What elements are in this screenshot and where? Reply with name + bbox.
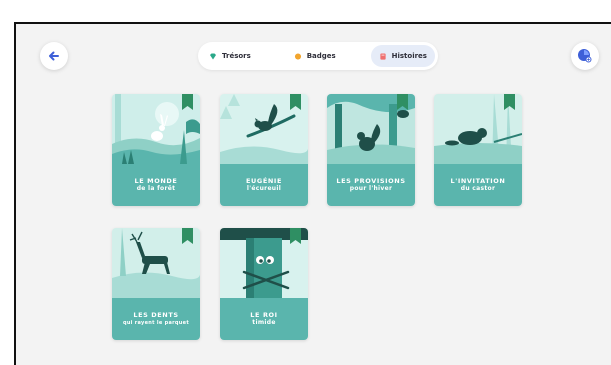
avatar-icon [578, 49, 592, 63]
bookmark-icon [290, 228, 301, 244]
tab-badges[interactable]: Badges [286, 45, 344, 67]
story-card-linvitation[interactable]: L'INVITATION du castor [434, 94, 522, 206]
story-card-label: L'INVITATION du castor [434, 164, 522, 206]
bookmark-icon [504, 94, 515, 110]
story-card-les-dents[interactable]: LES DENTS qui rayent le parquet [112, 228, 200, 340]
coin-icon [294, 52, 301, 60]
story-subtitle: l'écureuil [246, 185, 282, 193]
tab-tresors-label: Trésors [222, 52, 251, 60]
story-card-label: LES PROVISIONS pour l'hiver [327, 164, 415, 206]
bookmark-icon [182, 228, 193, 244]
bookmark-icon [397, 94, 408, 110]
story-title: LES PROVISIONS [336, 176, 406, 185]
story-card-les-provisions[interactable]: LES PROVISIONS pour l'hiver [327, 94, 415, 206]
gem-icon [210, 53, 216, 59]
story-card-le-roi[interactable]: LE ROI timide [220, 228, 308, 340]
story-card-label: EUGÉNIE l'écureuil [220, 164, 308, 206]
tab-badges-label: Badges [306, 52, 336, 60]
story-subtitle: de la forêt [136, 185, 176, 193]
story-card-label: LES DENTS qui rayent le parquet [112, 298, 200, 340]
profile-button[interactable] [571, 42, 599, 70]
story-subtitle: qui rayent le parquet [122, 320, 190, 326]
tab-histoires-label: Histoires [391, 52, 427, 60]
story-title: EUGÉNIE [246, 176, 282, 185]
story-title: LES DENTS [133, 311, 179, 320]
story-card-eugenie[interactable]: EUGÉNIE l'écureuil [220, 94, 308, 206]
tab-histoires[interactable]: Histoires [370, 45, 435, 67]
arrow-left-icon [49, 51, 59, 61]
story-title: LE ROI [250, 310, 278, 319]
story-title: LE MONDE [134, 176, 178, 185]
story-card-label: LE MONDE de la forêt [112, 164, 200, 206]
tab-tresors[interactable]: Trésors [201, 45, 259, 67]
app-screen: Trésors Badges Histoires LE MONDE de la … [14, 22, 611, 365]
book-icon [380, 52, 386, 60]
bookmark-icon [290, 94, 301, 110]
bookmark-icon [182, 94, 193, 110]
story-subtitle: pour l'hiver [349, 185, 393, 193]
story-card-le-monde[interactable]: LE MONDE de la forêt [112, 94, 200, 206]
story-card-label: LE ROI timide [220, 298, 308, 340]
story-subtitle: timide [252, 319, 276, 327]
story-title: L'INVITATION [450, 176, 506, 185]
back-button[interactable] [40, 42, 68, 70]
category-tabs: Trésors Badges Histoires [198, 42, 438, 70]
story-subtitle: du castor [460, 185, 496, 193]
